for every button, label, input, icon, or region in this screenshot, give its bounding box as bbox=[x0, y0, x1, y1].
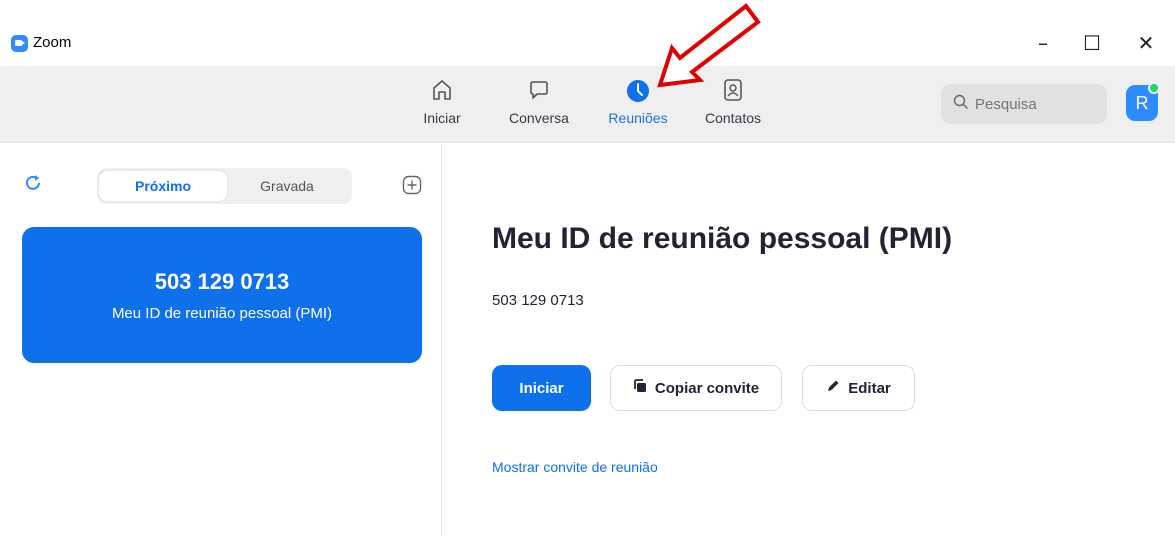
pmi-meeting-card[interactable]: 503 129 0713 Meu ID de reunião pessoal (… bbox=[22, 227, 422, 363]
copy-icon bbox=[633, 379, 655, 397]
window-title: Zoom bbox=[33, 34, 72, 51]
zoom-logo-icon bbox=[11, 35, 28, 52]
pmi-card-id: 503 129 0713 bbox=[154, 269, 290, 294]
tab-gravada[interactable]: Gravada bbox=[223, 171, 351, 201]
home-icon bbox=[420, 78, 464, 104]
status-dot-icon bbox=[1148, 82, 1160, 94]
search-icon bbox=[953, 94, 975, 114]
meetings-segmented-control: Próximo Gravada bbox=[97, 168, 352, 204]
edit-button[interactable]: Editar bbox=[802, 365, 915, 411]
start-button[interactable]: Iniciar bbox=[492, 365, 591, 411]
tab-conversa[interactable]: Conversa bbox=[508, 78, 570, 126]
show-invite-link[interactable]: Mostrar convite de reunião bbox=[492, 459, 658, 475]
minimize-button[interactable]: – bbox=[1023, 28, 1063, 58]
tab-iniciar[interactable]: Iniciar bbox=[420, 78, 464, 126]
annotation-arrow-icon bbox=[657, 3, 761, 88]
add-meeting-icon[interactable] bbox=[402, 175, 422, 200]
close-button[interactable]: ✕ bbox=[1126, 28, 1166, 58]
tab-reunioes-label: Reuniões bbox=[608, 110, 668, 126]
page-title: Meu ID de reunião pessoal (PMI) bbox=[492, 222, 953, 255]
tab-conversa-label: Conversa bbox=[509, 110, 569, 126]
tab-iniciar-label: Iniciar bbox=[423, 110, 461, 126]
refresh-icon[interactable] bbox=[24, 174, 42, 197]
chat-icon bbox=[508, 78, 570, 104]
meetings-sidebar: Próximo Gravada 503 129 0713 Meu ID de r… bbox=[0, 144, 442, 536]
start-button-label: Iniciar bbox=[519, 379, 564, 397]
copy-invite-label: Copiar convite bbox=[654, 379, 760, 397]
pencil-icon bbox=[826, 379, 848, 397]
pmi-card-label: Meu ID de reunião pessoal (PMI) bbox=[111, 305, 333, 322]
tab-contatos-label: Contatos bbox=[704, 110, 762, 126]
meeting-id: 503 129 0713 bbox=[492, 292, 584, 309]
tab-proximo[interactable]: Próximo bbox=[99, 171, 227, 201]
maximize-button[interactable]: ☐ bbox=[1072, 28, 1112, 58]
top-nav: Iniciar Conversa Reuniões Contatos R bbox=[0, 66, 1175, 143]
edit-button-label: Editar bbox=[848, 379, 891, 397]
title-bar: Zoom – ☐ ✕ bbox=[0, 0, 1175, 66]
search-input[interactable] bbox=[975, 95, 1095, 113]
copy-invite-button[interactable]: Copiar convite bbox=[610, 365, 782, 411]
search-box[interactable] bbox=[941, 84, 1107, 124]
